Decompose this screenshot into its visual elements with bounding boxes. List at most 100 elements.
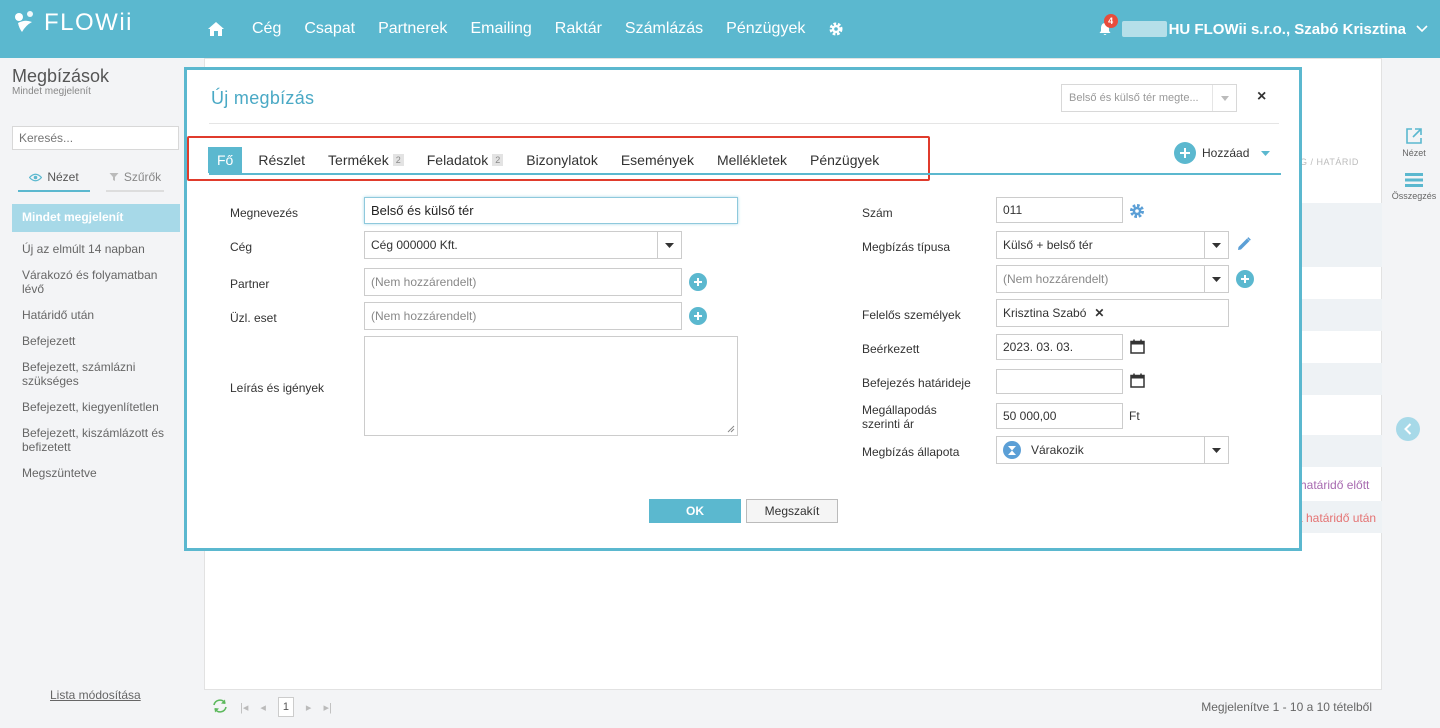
order-status-select[interactable]: Várakozik [996, 436, 1229, 464]
sidebar-item-terminated[interactable]: Megszüntetve [12, 460, 180, 486]
received-date-input[interactable]: 2023. 03. 03. [996, 334, 1123, 360]
settings-gear-icon[interactable] [828, 21, 844, 37]
tab-finance[interactable]: Pénzügyek [810, 147, 879, 173]
rail-view-button[interactable]: Nézet [1388, 126, 1440, 158]
table-row[interactable] [1300, 435, 1382, 467]
name-input[interactable]: Belső és külső tér [364, 197, 738, 224]
company-select[interactable]: Cég 000000 Kft. [364, 231, 682, 259]
tab-label: Mellékletek [716, 152, 788, 168]
partner-label: Partner [230, 277, 270, 291]
sidebar-item-overdue[interactable]: Határidő után [12, 302, 180, 328]
home-icon[interactable] [207, 21, 225, 37]
template-select[interactable]: Belső és külső tér megte... [1061, 84, 1237, 112]
tab-attachments[interactable]: Mellékletek [717, 147, 787, 173]
number-settings-gear-icon[interactable] [1129, 203, 1145, 219]
number-label: Szám [862, 206, 893, 220]
calendar-icon[interactable] [1130, 373, 1145, 388]
partner-input[interactable]: (Nem hozzárendelt) [364, 268, 682, 296]
sidebar-search-input[interactable] [12, 126, 179, 150]
caret-down-icon[interactable] [1204, 232, 1228, 258]
sidebar-item-completed-paid[interactable]: Befejezett, kiszámlázott és befizetett [12, 420, 180, 460]
caret-down-icon[interactable] [1204, 437, 1228, 463]
prev-page-icon[interactable]: ◂ [260, 701, 266, 714]
tab-details[interactable]: Részlet [258, 147, 305, 173]
caret-down-icon[interactable] [1261, 150, 1271, 156]
next-page-icon[interactable]: ▸ [306, 701, 312, 714]
nav-company[interactable]: Cég [252, 20, 281, 38]
status-before-deadline: határidő előtt [1300, 478, 1370, 492]
logo-text: FLOWii [44, 9, 133, 36]
sidebar-item-all[interactable]: Mindet megjelenít [12, 204, 180, 232]
nav-partners[interactable]: Partnerek [378, 20, 447, 38]
caret-down-icon[interactable] [1204, 266, 1228, 292]
status-after-deadline: a határidő után [1296, 511, 1377, 525]
edit-pencil-icon[interactable] [1236, 236, 1252, 252]
add-partner-plus-icon[interactable] [689, 273, 707, 291]
first-page-icon[interactable]: |◂ [240, 701, 248, 714]
notifications-bell-icon[interactable]: 4 [1098, 14, 1118, 36]
nav-emailing[interactable]: Emailing [470, 20, 531, 38]
business-case-input[interactable]: (Nem hozzárendelt) [364, 302, 682, 330]
number-input[interactable]: 011 [996, 197, 1123, 223]
description-textarea[interactable] [364, 336, 738, 436]
column-header-deadline[interactable]: G / HATÁRID [1300, 157, 1359, 167]
sidebar-item-completed[interactable]: Befejezett [12, 328, 180, 354]
sidebar-item-waiting-in-progress[interactable]: Várakozó és folyamatban lévő [12, 262, 180, 302]
tab-events[interactable]: Események [621, 147, 694, 173]
deadline-label: Befejezés határideje [862, 376, 971, 390]
tab-main[interactable]: Fő [208, 147, 243, 173]
responsible-tag-input[interactable]: Krisztina Szabó ✕ [996, 299, 1229, 327]
nav-warehouse[interactable]: Raktár [555, 20, 602, 38]
current-page[interactable]: 1 [277, 697, 294, 717]
sidebar-item-completed-unpaid[interactable]: Befejezett, kiegyenlítetlen [12, 394, 180, 420]
caret-down-icon[interactable] [1212, 85, 1236, 111]
template-select-value: Belső és külső tér megte... [1069, 92, 1199, 104]
tab-label: Pénzügyek [810, 152, 880, 168]
table-row[interactable] [1300, 235, 1382, 267]
chevron-down-icon[interactable] [1416, 25, 1428, 33]
sidebar-item-completed-to-invoice[interactable]: Befejezett, számlázni szükséges [12, 354, 180, 394]
close-icon[interactable]: × [1257, 88, 1266, 106]
modal-title: Új megbízás [211, 88, 315, 108]
tab-view[interactable]: Nézet [18, 170, 90, 192]
tab-filters[interactable]: Szűrők [106, 170, 164, 192]
currency-label: Ft [1129, 409, 1140, 423]
last-page-icon[interactable]: ▸| [323, 701, 331, 714]
tab-label: Termékek [328, 152, 389, 168]
deadline-date-input[interactable] [996, 369, 1123, 394]
nav-team[interactable]: Csapat [304, 20, 355, 38]
sidebar-item-new-14-days[interactable]: Új az elmúlt 14 napban [12, 236, 180, 262]
tab-tasks[interactable]: Feladatok 2 [427, 147, 504, 173]
company-select-value: Cég 000000 Kft. [371, 238, 458, 252]
tab-products[interactable]: Termékek 2 [328, 147, 404, 173]
remove-chip-x-icon[interactable]: ✕ [1094, 306, 1104, 320]
add-button[interactable]: Hozzáad [1174, 142, 1271, 164]
user-menu[interactable]: 4 HU FLOWii s.r.o., Szabó Krisztina [1098, 0, 1428, 58]
cancel-button[interactable]: Megszakít [746, 499, 838, 523]
add-subtype-plus-icon[interactable] [1236, 270, 1254, 288]
pager-info: Megjelenítve 1 - 10 a 10 tételből [1201, 700, 1372, 714]
tab-count-badge: 2 [392, 154, 404, 166]
table-row[interactable] [1300, 363, 1382, 395]
tab-filters-label: Szűrők [123, 170, 162, 184]
logo[interactable]: FLOWii [12, 9, 133, 37]
calendar-icon[interactable] [1130, 339, 1145, 354]
collapse-panel-button[interactable] [1396, 417, 1420, 441]
order-subtype-select[interactable]: (Nem hozzárendelt) [996, 265, 1229, 293]
nav-invoicing[interactable]: Számlázás [625, 20, 703, 38]
agreed-price-input[interactable]: 50 000,00 [996, 403, 1123, 429]
add-business-case-plus-icon[interactable] [689, 307, 707, 325]
ok-button[interactable]: OK [649, 499, 741, 523]
table-row[interactable] [1300, 299, 1382, 331]
table-row[interactable] [1300, 203, 1382, 235]
edit-list-link[interactable]: Lista módosítása [50, 688, 141, 702]
refresh-icon[interactable] [212, 698, 228, 716]
order-type-select[interactable]: Külső + belső tér [996, 231, 1229, 259]
right-rail: Nézet Összegzés [1388, 58, 1440, 728]
rail-summary-button[interactable]: Összegzés [1388, 171, 1440, 201]
sidebar-tabs: Nézet Szűrők [18, 170, 178, 192]
divider [209, 123, 1279, 124]
tab-documents[interactable]: Bizonylatok [526, 147, 598, 173]
nav-finance[interactable]: Pénzügyek [726, 20, 805, 38]
caret-down-icon[interactable] [657, 232, 681, 258]
